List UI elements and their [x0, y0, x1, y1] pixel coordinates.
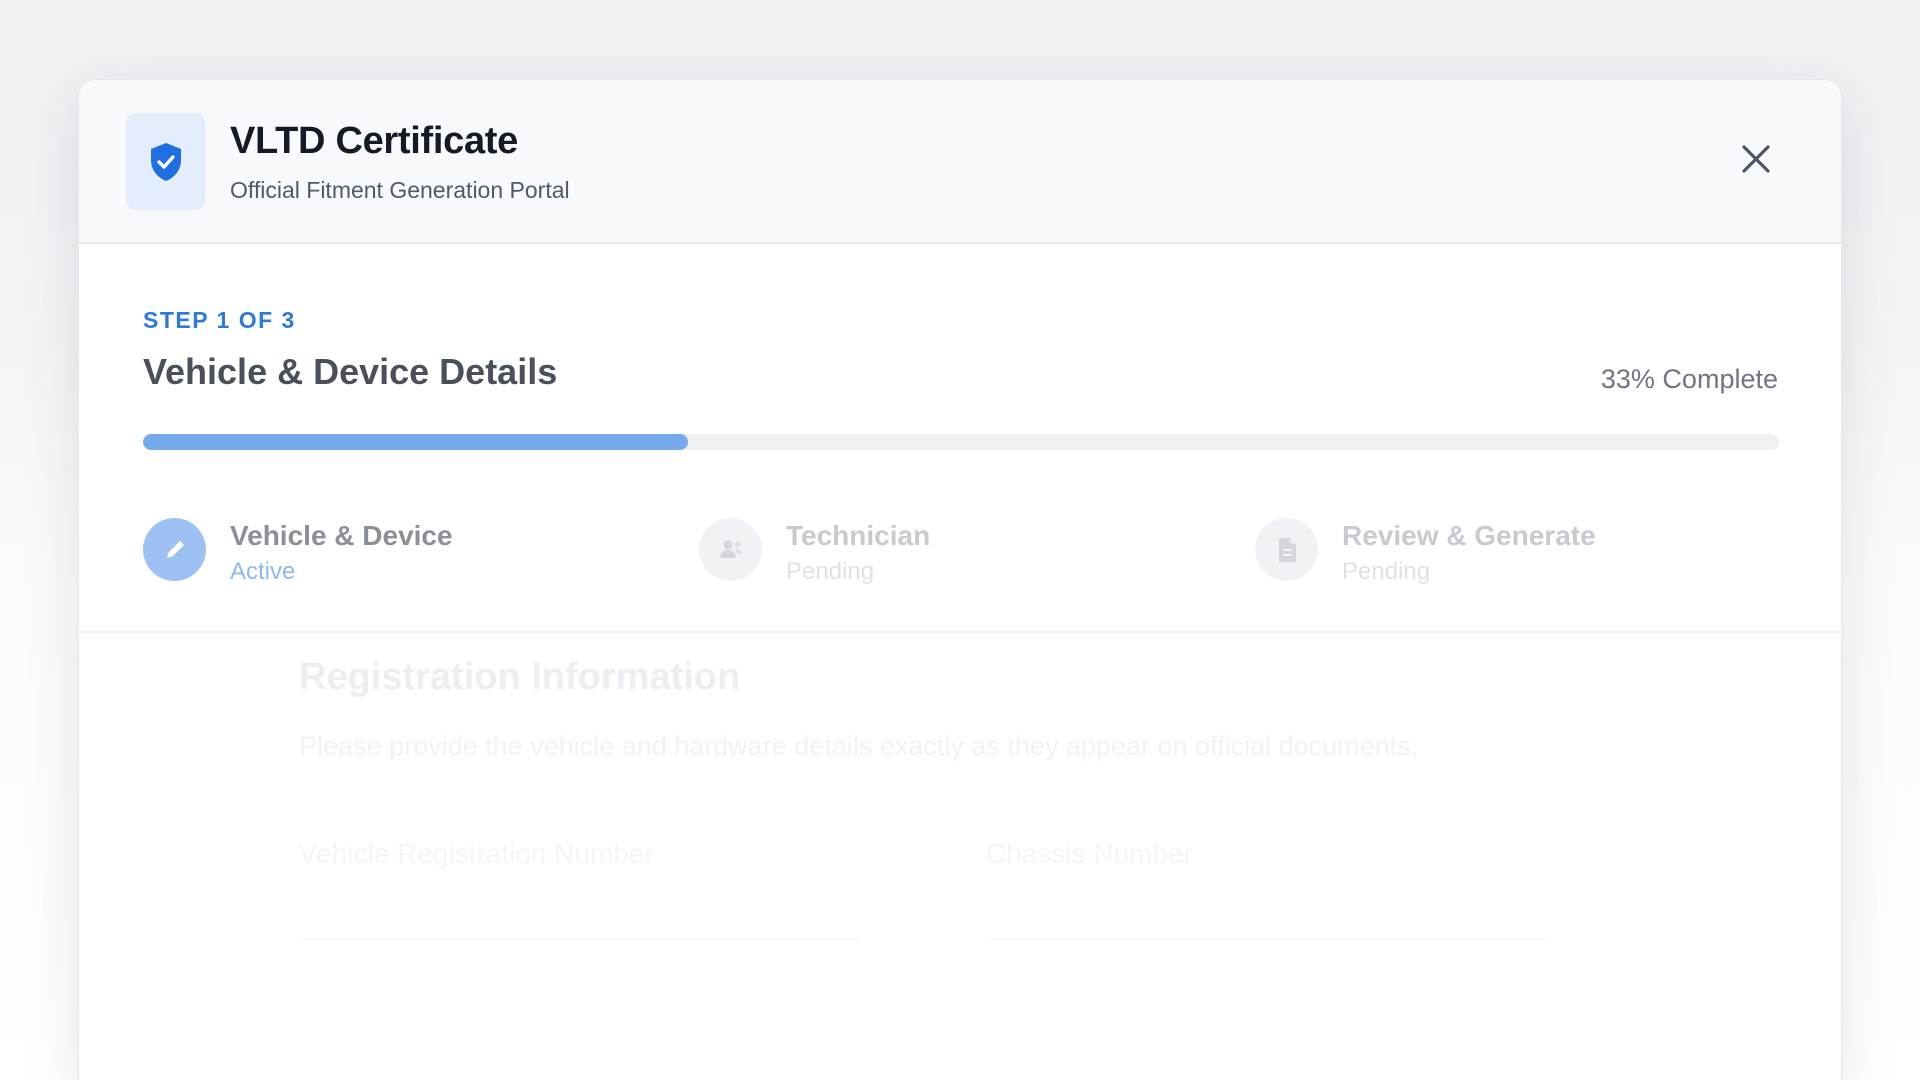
step-status: Pending: [786, 558, 875, 585]
modal-title: VLTD Certificate: [230, 120, 518, 162]
step-review-generate[interactable]: Review & Generate Pending: [1255, 504, 1779, 594]
close-button[interactable]: [1732, 135, 1780, 183]
vehicle-registration-input[interactable]: [299, 888, 859, 940]
step-name: Vehicle & Device: [230, 520, 453, 551]
chassis-number-input[interactable]: [986, 888, 1546, 940]
step-name: Review & Generate: [1342, 520, 1596, 551]
pencil-icon: [143, 518, 206, 581]
modal-header: VLTD Certificate Official Fitment Genera…: [79, 80, 1841, 244]
progress-bar-fill: [143, 434, 688, 450]
shield-check-icon: [126, 113, 205, 210]
step-status: Active: [230, 558, 296, 585]
step-vehicle-device[interactable]: Vehicle & Device Active: [143, 504, 683, 594]
section-title: Registration Information: [299, 656, 741, 698]
step-counter: STEP 1 OF 3: [143, 307, 296, 333]
step-name: Technician: [786, 520, 931, 551]
close-icon: [1742, 145, 1770, 173]
modal-subtitle: Official Fitment Generation Portal: [230, 177, 570, 203]
section-description: Please provide the vehicle and hardware …: [299, 731, 1419, 761]
document-icon: [1255, 518, 1318, 581]
chassis-number-label: Chassis Number: [986, 838, 1193, 869]
step-title: Vehicle & Device Details: [143, 351, 558, 392]
user-icon: [699, 518, 762, 581]
progress-percent: 33% Complete: [1600, 364, 1778, 394]
progress-bar: [143, 434, 1779, 450]
vehicle-registration-label: Vehicle Registration Number: [299, 838, 654, 869]
step-technician[interactable]: Technician Pending: [699, 504, 1239, 594]
certificate-modal: VLTD Certificate Official Fitment Genera…: [78, 79, 1842, 1080]
step-status: Pending: [1342, 558, 1431, 585]
registration-section: Registration Information Please provide …: [79, 633, 1841, 1080]
stepper: Vehicle & Device Active Technician Pendi…: [143, 504, 1779, 594]
